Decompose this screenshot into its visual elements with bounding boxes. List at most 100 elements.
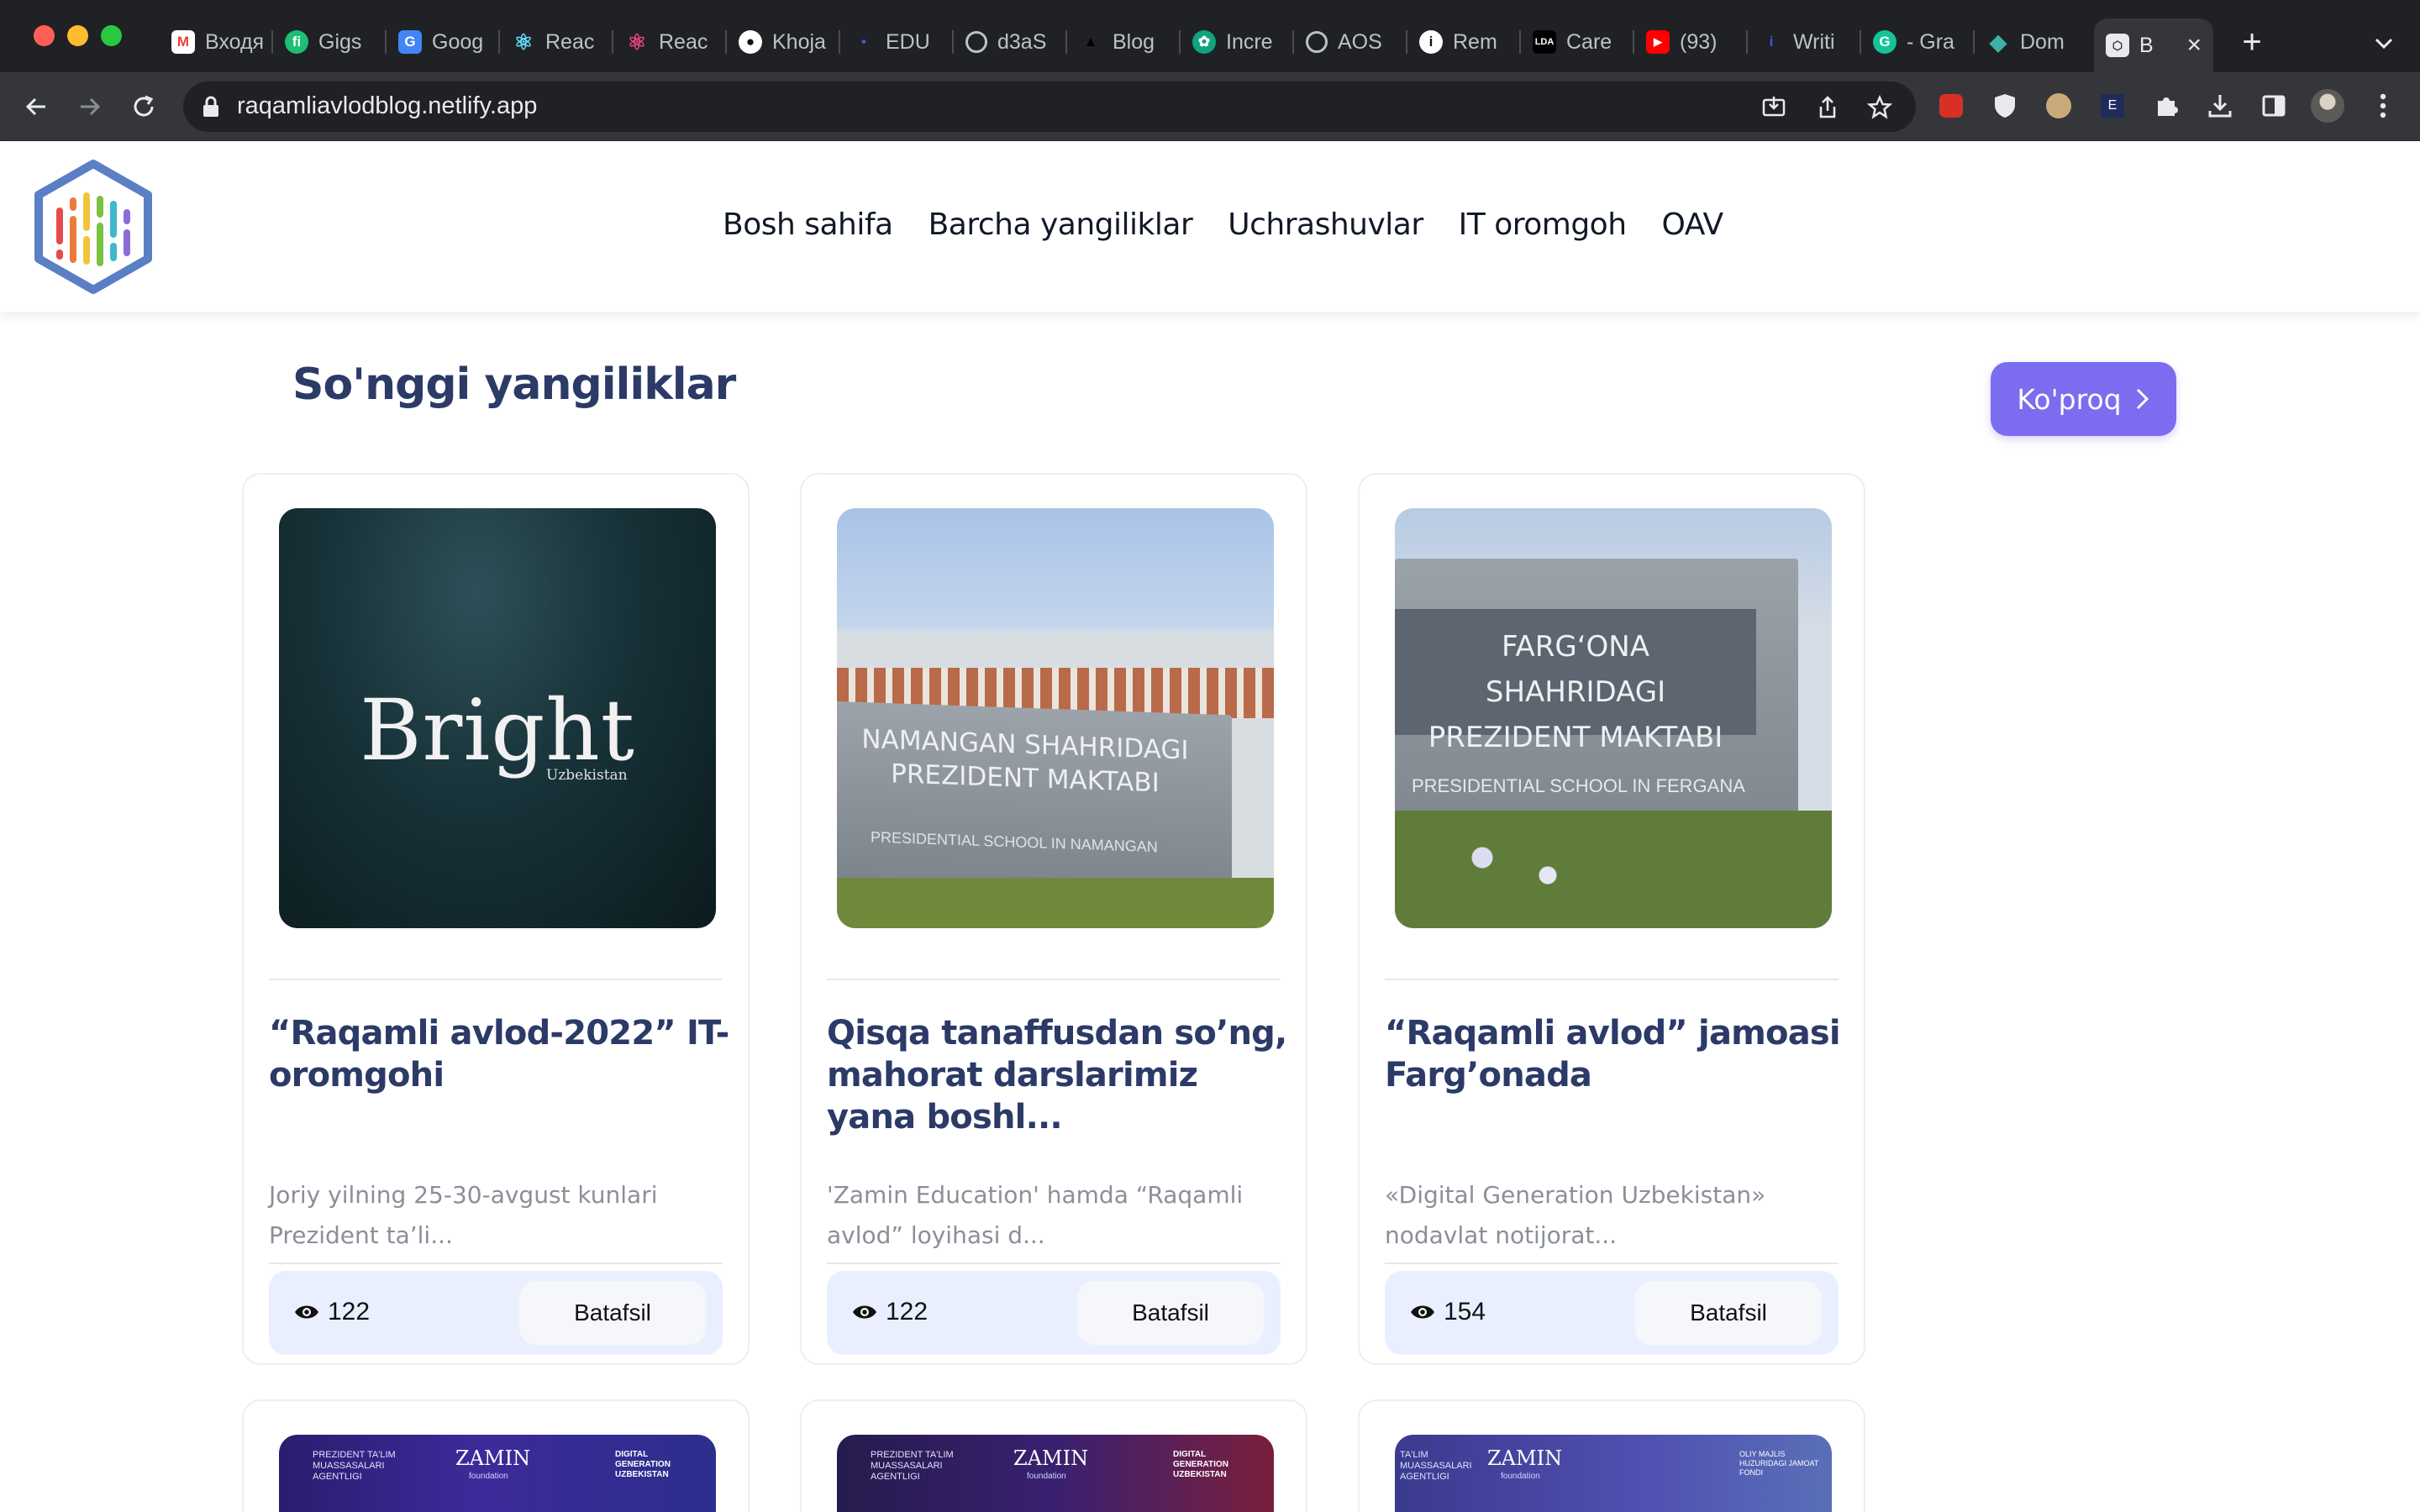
banner-right-text: OLIY MAJLIS HUZURIDAGI JAMOAT FONDI (1739, 1450, 1819, 1477)
tab-grammarly[interactable]: G - Gra (1861, 18, 1975, 66)
site-header: Bosh sahifa Barcha yangiliklar Uchrashuv… (0, 142, 2420, 312)
extensions-button[interactable] (2149, 89, 2183, 123)
fiverr-icon: fi (285, 30, 308, 54)
back-button[interactable] (18, 89, 54, 124)
maximize-window-button[interactable] (101, 25, 122, 46)
news-card-image[interactable]: FARG‘ONA SHAHRIDAGI PREZIDENT MAKTABI PR… (1395, 508, 1832, 928)
lda-icon: LDA (1533, 30, 1556, 54)
image-sign: NAMANGAN SHAHRIDAGI PREZIDENT MAKTABI PR… (837, 701, 1232, 892)
tab-github[interactable]: ● Khoja (727, 18, 840, 66)
react-icon: ⚛ (627, 29, 647, 55)
share-button[interactable] (1813, 93, 1842, 122)
tab-label: EDU (886, 29, 930, 54)
downloads-button[interactable] (2203, 89, 2237, 123)
news-card-title[interactable]: Qisqa tanaffusdan so’ng, mahorat darslar… (827, 1012, 1287, 1138)
extension-lock-button[interactable] (1934, 89, 1968, 123)
view-count-value: 122 (328, 1298, 371, 1326)
nav-link-barcha-yangiliklar[interactable]: Barcha yangiliklar (929, 207, 1193, 242)
browser-menu-button[interactable] (2366, 89, 2400, 123)
profile-button[interactable] (2311, 89, 2344, 123)
news-card-image[interactable]: TA'LIM MUASSASALARI AGENTLIGI ZAMIN foun… (1395, 1435, 1832, 1512)
image-brand-text: Bright (360, 681, 635, 780)
image-brand-subtext: Uzbekistan (546, 767, 628, 784)
tab-aos[interactable]: AOS (1294, 18, 1407, 66)
tab-label: d3aS (997, 29, 1047, 54)
tab-blog[interactable]: ▲ Blog (1067, 18, 1181, 66)
browser-toolbar: raqamliavlodblog.netlify.app E (0, 72, 2420, 141)
tab-label: (93) (1680, 29, 1718, 54)
news-card: Bright Uzbekistan “Raqamli avlod-2022” I… (242, 473, 750, 1365)
more-news-label: Ko'proq (2017, 382, 2122, 416)
tab-openai[interactable]: ✿ Incre (1181, 18, 1294, 66)
tab-active-site[interactable]: ⬡ B × (2094, 18, 2213, 72)
arrow-left-icon (25, 97, 45, 116)
banner-center-text: ZAMIN (1487, 1446, 1563, 1470)
read-more-button[interactable]: Batafsil (1077, 1281, 1264, 1345)
site-logo[interactable] (30, 159, 156, 295)
new-tab-button[interactable]: + (2237, 20, 2267, 64)
news-card-image[interactable]: NAMANGAN SHAHRIDAGI PREZIDENT MAKTABI PR… (837, 508, 1274, 928)
install-app-button[interactable] (1760, 93, 1788, 122)
read-more-button[interactable]: Batafsil (519, 1281, 706, 1345)
news-card: PREZIDENT TA'LIM MUASSASALARI AGENTLIGI … (242, 1399, 750, 1512)
tab-label: AOS (1338, 29, 1382, 54)
side-panel-icon (2262, 95, 2286, 117)
banner-left-text: PREZIDENT TA'LIM MUASSASALARI AGENTLIGI (871, 1450, 954, 1482)
tab-gmail[interactable]: M Входя (160, 18, 273, 66)
more-news-button[interactable]: Ko'proq (1991, 362, 2176, 436)
side-panel-button[interactable] (2257, 89, 2291, 123)
nav-link-uchrashuvlar[interactable]: Uchrashuvlar (1228, 207, 1423, 242)
tab-edu[interactable]: • EDU (840, 18, 954, 66)
banner-center-subtext: foundation (1027, 1472, 1066, 1481)
tab-google-translate[interactable]: G Goog (387, 18, 500, 66)
tab-label: Reac (545, 29, 595, 54)
tab-domain[interactable]: ◆ Dom (1975, 18, 2088, 66)
tab-writing[interactable]: i Writi (1748, 18, 1861, 66)
nav-link-it-oromgoh[interactable]: IT oromgoh (1459, 207, 1627, 242)
tab-label: - Gra (1907, 29, 1954, 54)
view-count-value: 154 (1444, 1298, 1486, 1326)
tab-search-icon[interactable] (2371, 30, 2396, 55)
tab-youtube[interactable]: ▶ (93) (1634, 18, 1748, 66)
news-card: FARG‘ONA SHAHRIDAGI PREZIDENT MAKTABI PR… (1358, 473, 1865, 1365)
tab-react-1[interactable]: ⚛ Reac (500, 18, 613, 66)
minimize-window-button[interactable] (67, 25, 88, 46)
bookmark-button[interactable] (1865, 93, 1894, 122)
tab-career[interactable]: LDA Care (1521, 18, 1634, 66)
domain-icon: ◆ (1990, 29, 2007, 55)
card-divider (269, 1263, 723, 1264)
sign-subtext: PRESIDENTIAL SCHOOL IN NAMANGAN (871, 828, 1158, 856)
extension-e-button[interactable]: E (2096, 89, 2129, 123)
tab-d3[interactable]: d3aS (954, 18, 1067, 66)
tab-gigs[interactable]: fi Gigs (273, 18, 387, 66)
news-card-image[interactable]: Bright Uzbekistan (279, 508, 716, 928)
news-card-footer: 122 Batafsil (269, 1271, 723, 1355)
read-more-button[interactable]: Batafsil (1635, 1281, 1822, 1345)
news-card-image[interactable]: PREZIDENT TA'LIM MUASSASALARI AGENTLIGI … (837, 1435, 1274, 1512)
news-card-excerpt: 'Zamin Education' hamda “Raqamli avlod” … (827, 1181, 1244, 1249)
news-card-title[interactable]: “Raqamli avlod-2022” IT-oromgohi (269, 1012, 729, 1096)
youtube-icon: ▶ (1646, 30, 1670, 54)
tab-react-2[interactable]: ⚛ Reac (613, 18, 727, 66)
image-grass (1395, 811, 1832, 928)
nav-link-bosh-sahifa[interactable]: Bosh sahifa (723, 207, 893, 242)
close-tab-icon[interactable]: × (2186, 31, 2202, 60)
eye-icon (295, 1305, 318, 1319)
news-card-image[interactable]: PREZIDENT TA'LIM MUASSASALARI AGENTLIGI … (279, 1435, 716, 1512)
shield-icon (1995, 94, 2015, 118)
card-divider (827, 1263, 1281, 1264)
close-window-button[interactable] (34, 25, 55, 46)
extension-shield-button[interactable] (1988, 89, 2022, 123)
banner-right-text: DIGITAL GENERATION UZBEKISTAN (1173, 1450, 1228, 1479)
tab-reminder[interactable]: i Rem (1407, 18, 1521, 66)
info-icon: i (1419, 30, 1443, 54)
reload-button[interactable] (126, 89, 161, 124)
card-divider (1385, 979, 1839, 980)
tab-label: Dom (2020, 29, 2065, 54)
news-card-title[interactable]: “Raqamli avlod” jamoasi Farg’onada (1385, 1012, 1845, 1096)
extension-owl-button[interactable] (2042, 89, 2075, 123)
news-card-footer: 122 Batafsil (827, 1271, 1281, 1355)
nav-link-oav[interactable]: OAV (1662, 207, 1724, 242)
address-bar[interactable]: raqamliavlodblog.netlify.app (183, 81, 1916, 132)
forward-button[interactable] (72, 89, 108, 124)
